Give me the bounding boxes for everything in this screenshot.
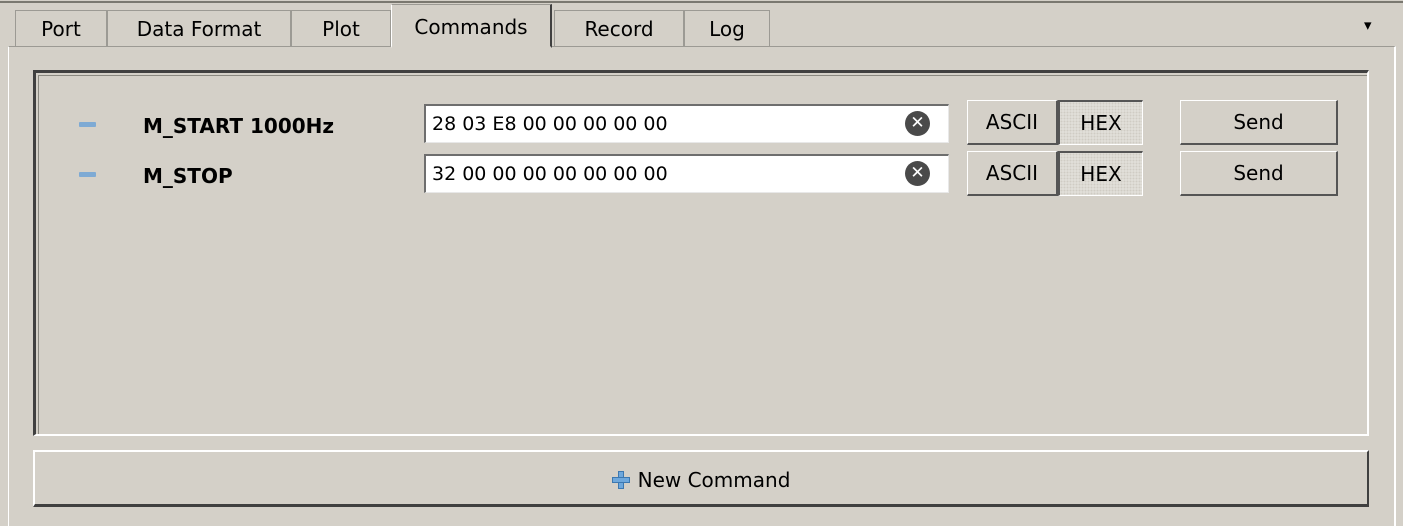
command-value-input[interactable]: 32 00 00 00 00 00 00 00 xyxy=(424,154,949,193)
tab-label: Port xyxy=(41,17,81,41)
tab-port[interactable]: Port xyxy=(15,10,107,47)
send-button[interactable]: Send xyxy=(1180,100,1338,145)
drag-handle-icon[interactable] xyxy=(79,172,96,177)
tab-plot[interactable]: Plot xyxy=(291,10,391,47)
hex-toggle-button[interactable]: HEX xyxy=(1058,100,1143,145)
new-command-button[interactable]: New Command xyxy=(33,450,1369,507)
tab-label: Commands xyxy=(414,15,528,39)
hex-toggle-button[interactable]: HEX xyxy=(1058,151,1143,196)
tab-label: Plot xyxy=(322,17,360,41)
command-name: M_STOP xyxy=(143,164,233,188)
send-button[interactable]: Send xyxy=(1180,151,1338,196)
tab-record[interactable]: Record xyxy=(554,10,684,47)
clear-input-icon[interactable]: ✕ xyxy=(905,111,930,136)
clear-input-icon[interactable]: ✕ xyxy=(905,161,930,186)
window-top-edge xyxy=(0,1,1403,3)
tab-data-format[interactable]: Data Format xyxy=(107,10,291,47)
tab-commands[interactable]: Commands xyxy=(391,4,552,48)
tab-label: Data Format xyxy=(136,17,262,41)
tab-menu-arrow-icon[interactable]: ▾ xyxy=(1364,16,1372,34)
command-name: M_START 1000Hz xyxy=(143,114,335,138)
drag-handle-icon[interactable] xyxy=(79,122,96,127)
tab-label: Record xyxy=(584,17,654,41)
tab-log[interactable]: Log xyxy=(684,10,770,47)
plus-icon xyxy=(611,471,630,489)
tab-label: Log xyxy=(709,17,745,41)
new-command-label: New Command xyxy=(637,468,791,492)
command-value-input[interactable]: 28 03 E8 00 00 00 00 00 xyxy=(424,104,949,143)
ascii-toggle-button[interactable]: ASCII xyxy=(967,100,1058,145)
ascii-toggle-button[interactable]: ASCII xyxy=(967,151,1058,196)
